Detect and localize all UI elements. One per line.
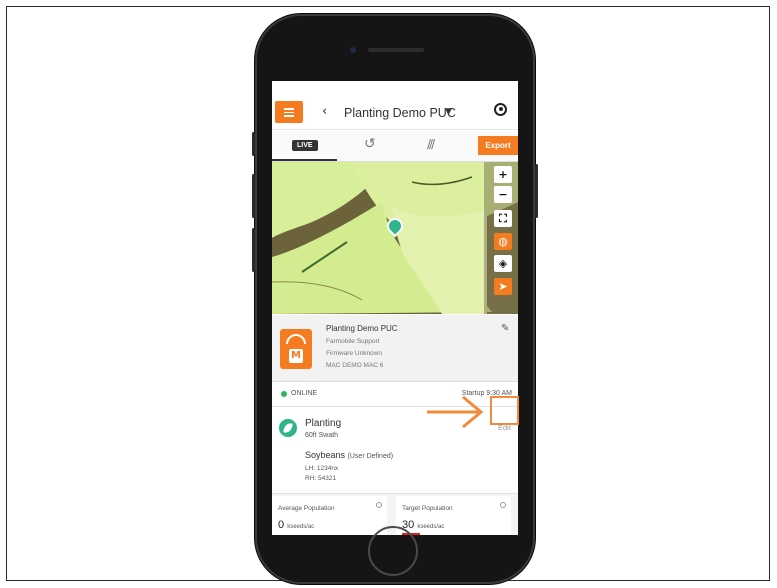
crop-name: Soybeans (User Defined) (305, 450, 393, 460)
zoom-out-button[interactable]: − (494, 186, 512, 203)
chevron-left-icon[interactable]: ‹ (322, 104, 327, 119)
device-name: Planting Demo PUC (326, 324, 398, 333)
target-population-label: Target Population (402, 505, 453, 512)
power-button (535, 164, 538, 218)
crop-note: (User Defined) (347, 453, 394, 460)
pencil-icon[interactable]: ✎ (501, 323, 509, 334)
home-button[interactable] (368, 526, 418, 576)
right-hybrid: RH: 54321 (305, 475, 337, 482)
stripes-icon[interactable]: /// (427, 137, 435, 151)
info-icon[interactable] (376, 502, 382, 508)
active-tab-indicator (272, 159, 337, 161)
tab-live[interactable]: LIVE (292, 140, 318, 151)
globe-button[interactable]: ◍ (494, 233, 512, 250)
phone-screen: ‹ Planting Demo PUC ▼ LIVE ↺ /// Export (272, 81, 518, 535)
annotation-highlight-box (490, 396, 519, 425)
volume-up-button (252, 174, 255, 218)
export-button[interactable]: Export (478, 136, 518, 155)
view-tabs: LIVE ↺ /// Export (272, 131, 518, 162)
device-owner: Farmobile Support (326, 338, 380, 345)
field-map-imagery (272, 162, 518, 314)
phone-device: ‹ Planting Demo PUC ▼ LIVE ↺ /// Export (252, 14, 538, 584)
annotation-arrow-icon (427, 395, 484, 429)
target-population-value: 30 kseeds/ac (402, 519, 444, 531)
page-title[interactable]: Planting Demo PUC (344, 106, 456, 120)
operation-title: Planting (305, 418, 342, 429)
earpiece-speaker (368, 48, 424, 52)
volume-down-button (252, 228, 255, 272)
mute-switch (252, 132, 255, 156)
fullscreen-button[interactable]: ⛶ (494, 210, 512, 227)
leaf-icon (279, 419, 297, 437)
average-population-number: 0 (278, 519, 285, 531)
app-header: ‹ Planting Demo PUC ▼ (272, 81, 518, 130)
locate-button[interactable]: ➤ (494, 278, 512, 295)
history-icon[interactable]: ↺ (364, 136, 376, 152)
average-population-value: 0 kseeds/ac (278, 519, 314, 531)
hamburger-icon[interactable] (275, 101, 303, 123)
online-status-dot (281, 391, 287, 397)
device-mac: MAC DEMO MAC 6 (326, 362, 384, 369)
target-population-card: Target Population 30 kseeds/ac (396, 496, 511, 535)
user-circle-icon[interactable] (494, 103, 507, 116)
device-firmware: Firmware Unknown (326, 350, 382, 357)
average-population-label: Average Population (278, 505, 335, 512)
device-info-card: M Planting Demo PUC Farmobile Support Fi… (272, 315, 518, 382)
chevron-down-icon[interactable]: ▼ (445, 107, 452, 117)
status-badge: ONLINE (291, 390, 318, 397)
info-icon[interactable] (500, 502, 506, 508)
field-map[interactable]: + − ⛶ ◍ ◈ ➤ (272, 162, 518, 314)
average-population-unit: kseeds/ac (287, 524, 315, 530)
layers-button[interactable]: ◈ (494, 255, 512, 272)
swath-width: 60ft Swath (305, 432, 339, 439)
average-population-card: Average Population 0 kseeds/ac (272, 496, 387, 535)
zoom-in-button[interactable]: + (494, 166, 512, 183)
left-hybrid: LH: 1234nx (305, 465, 339, 472)
front-camera (350, 47, 356, 53)
crop-label: Soybeans (305, 450, 346, 460)
farmobile-logo: M (280, 329, 312, 369)
target-population-unit: kseeds/ac (417, 524, 445, 530)
